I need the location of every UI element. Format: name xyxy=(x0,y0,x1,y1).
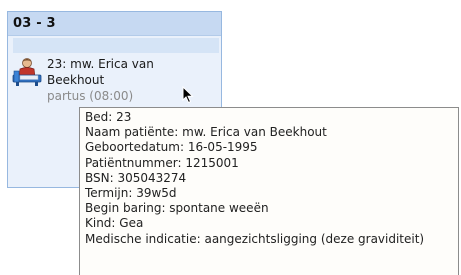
tooltip-child: Kind: Gea xyxy=(85,216,144,231)
mouse-cursor-icon xyxy=(182,85,194,104)
patient-status: partus (08:00) xyxy=(47,89,134,103)
patient-name-line[interactable]: 23: mw. Erica van xyxy=(47,57,154,72)
tooltip-patient-number: Patiëntnummer: 1215001 xyxy=(85,155,239,170)
tooltip-bsn: BSN: 305043274 xyxy=(85,170,187,185)
tooltip-bed: Bed: 23 xyxy=(85,110,132,124)
tooltip-medical-indication: Medische indicatie: aangezichtsligging (… xyxy=(85,231,425,246)
tooltip-patient-name: Naam patiënte: mw. Erica van Beekhout xyxy=(85,125,327,140)
room-header: 03 - 3 xyxy=(8,12,221,36)
patient-bed-icon[interactable] xyxy=(12,57,42,97)
patient-name-line-cont[interactable]: Beekhout xyxy=(47,73,104,88)
room-title: 03 - 3 xyxy=(13,16,56,31)
tooltip-labor-start: Begin baring: spontane weeën xyxy=(85,201,269,216)
room-header-band xyxy=(13,38,219,53)
tooltip-birthdate: Geboortedatum: 16-05-1995 xyxy=(85,140,258,155)
tooltip-term: Termijn: 39w5d xyxy=(85,186,177,201)
patient-tooltip: Bed: 23 Naam patiënte: mw. Erica van Bee… xyxy=(79,107,459,275)
